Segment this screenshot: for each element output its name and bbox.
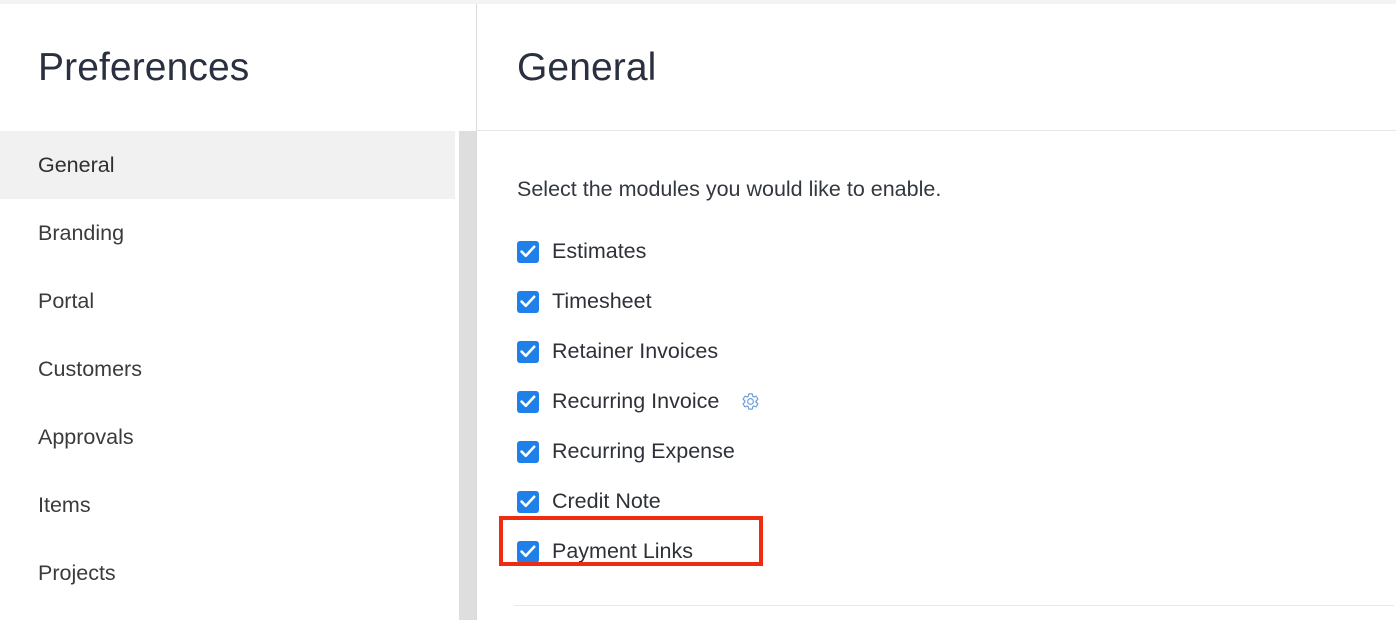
modules-description: Select the modules you would like to ena… bbox=[517, 177, 942, 201]
sidebar-item-customers[interactable]: Customers bbox=[0, 335, 455, 403]
sidebar-header: Preferences bbox=[0, 4, 476, 131]
page-title: Preferences bbox=[38, 46, 250, 89]
preferences-sidebar: Preferences General Branding Portal Custome… bbox=[0, 4, 477, 620]
sidebar-scrollbar-thumb[interactable] bbox=[459, 131, 476, 620]
module-label[interactable]: Credit Note bbox=[552, 490, 661, 513]
module-row: Payment Links bbox=[499, 515, 1396, 577]
content-body: Select the modules you would like to ena… bbox=[477, 131, 1396, 577]
sidebar-item-branding[interactable]: Branding bbox=[0, 199, 455, 267]
modules-checkbox-list: Estimates Timesheet Retainer Invoices Recur… bbox=[499, 227, 1396, 577]
module-label[interactable]: Recurring Expense bbox=[552, 440, 735, 463]
sidebar-nav-list: General Branding Portal Customers Approvals I… bbox=[0, 131, 476, 620]
module-label[interactable]: Timesheet bbox=[552, 290, 652, 313]
content-title: General bbox=[517, 45, 657, 89]
check-icon bbox=[520, 345, 536, 357]
sidebar-item-approvals[interactable]: Approvals bbox=[0, 403, 455, 471]
sidebar-item-items[interactable]: Items bbox=[0, 471, 455, 539]
check-icon bbox=[520, 395, 536, 407]
check-icon bbox=[520, 295, 536, 307]
sidebar-item-label: Portal bbox=[38, 288, 95, 313]
module-row: Recurring Expense bbox=[517, 427, 1396, 477]
sidebar-item-label: Customers bbox=[38, 356, 142, 381]
module-label[interactable]: Recurring Invoice bbox=[552, 390, 719, 413]
module-row: Recurring Invoice bbox=[517, 377, 1396, 427]
sidebar-item-label: Approvals bbox=[38, 424, 134, 449]
module-label[interactable]: Payment Links bbox=[552, 540, 693, 563]
sidebar-item-general[interactable]: General bbox=[0, 131, 455, 199]
module-row: Estimates bbox=[517, 227, 1396, 277]
module-row: Retainer Invoices bbox=[517, 327, 1396, 377]
check-icon bbox=[520, 445, 536, 457]
module-checkbox[interactable] bbox=[517, 540, 539, 563]
module-checkbox[interactable] bbox=[517, 390, 539, 413]
check-icon bbox=[520, 245, 536, 257]
module-checkbox[interactable] bbox=[517, 290, 539, 313]
sidebar-item-label: Items bbox=[38, 492, 91, 517]
sidebar-item-projects[interactable]: Projects bbox=[0, 539, 455, 607]
section-divider bbox=[514, 605, 1394, 606]
sidebar-item-portal[interactable]: Portal bbox=[0, 267, 455, 335]
module-checkbox[interactable] bbox=[517, 440, 539, 463]
check-icon bbox=[520, 495, 536, 507]
module-checkbox[interactable] bbox=[517, 490, 539, 513]
module-row: Credit Note bbox=[517, 477, 1396, 527]
preferences-content-panel: General Select the modules you would lik… bbox=[477, 4, 1396, 620]
sidebar-item-label: Projects bbox=[38, 560, 116, 585]
gear-icon[interactable] bbox=[741, 392, 760, 411]
sidebar-scrollbar[interactable] bbox=[459, 131, 476, 620]
content-header: General bbox=[477, 4, 1396, 131]
module-label[interactable]: Retainer Invoices bbox=[552, 340, 718, 363]
preferences-screen: Preferences General Branding Portal Custome… bbox=[0, 4, 1396, 620]
module-label[interactable]: Estimates bbox=[552, 240, 646, 263]
module-checkbox[interactable] bbox=[517, 240, 539, 263]
sidebar-item-label: Branding bbox=[38, 220, 125, 245]
check-icon bbox=[520, 545, 536, 557]
module-row: Timesheet bbox=[517, 277, 1396, 327]
sidebar-item-label: General bbox=[38, 152, 115, 177]
module-checkbox[interactable] bbox=[517, 340, 539, 363]
